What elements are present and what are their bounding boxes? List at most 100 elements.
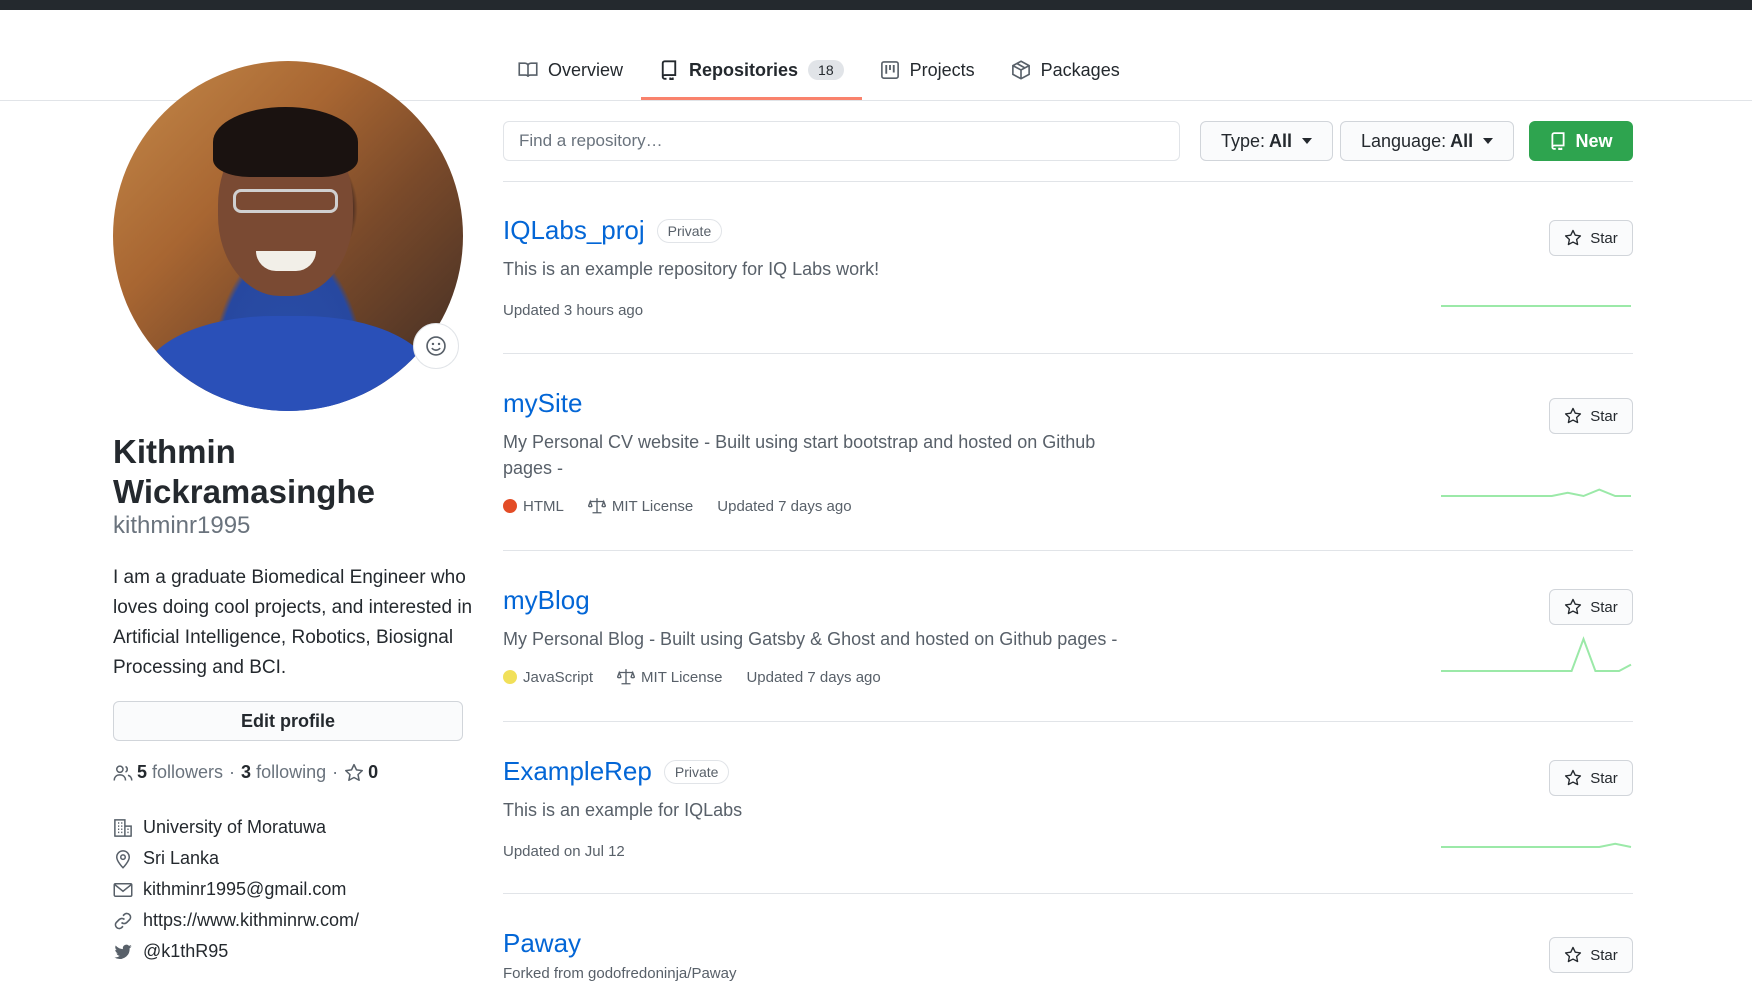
- detail-website[interactable]: https://www.kithminrw.com/: [113, 905, 359, 936]
- repo-name-link[interactable]: myBlog: [503, 585, 590, 616]
- edit-profile-button[interactable]: Edit profile: [113, 701, 463, 741]
- twitter-link[interactable]: @k1thR95: [143, 941, 228, 962]
- law-icon: [587, 498, 606, 514]
- location-icon: [115, 849, 131, 869]
- tab-projects[interactable]: Projects: [862, 48, 993, 92]
- star-label: Star: [1590, 229, 1618, 247]
- repo-license: MIT License: [587, 497, 693, 515]
- link-icon: [114, 912, 132, 929]
- profile-name: Kithmin Wickramasinghe: [113, 432, 473, 512]
- twitter-icon: [114, 944, 132, 959]
- smiley-icon: [426, 336, 446, 356]
- list-divider: [503, 893, 1633, 894]
- star-icon: [1565, 229, 1582, 246]
- new-repo-label: New: [1575, 130, 1613, 151]
- star-icon: [1565, 407, 1582, 424]
- profile-login: kithminr1995: [113, 512, 251, 539]
- name-first: Kithmin: [113, 433, 236, 470]
- website-link[interactable]: https://www.kithminrw.com/: [143, 910, 359, 931]
- profile-details: University of Moratuwa Sri Lanka kithmin…: [113, 812, 359, 967]
- activity-sparkline: [1441, 488, 1631, 498]
- avatar[interactable]: [113, 61, 463, 411]
- repo-language: JavaScript: [503, 669, 593, 686]
- detail-organization: University of Moratuwa: [113, 812, 359, 843]
- language-filter-label: Language:: [1361, 130, 1447, 151]
- following-count[interactable]: 3: [241, 762, 251, 783]
- repo-description: This is an example for IQLabs: [503, 800, 743, 820]
- organization-text: University of Moratuwa: [143, 817, 327, 837]
- repo-description: This is an example repository for IQ Lab…: [503, 259, 880, 279]
- list-divider: [503, 353, 1633, 354]
- star-button[interactable]: Star: [1549, 398, 1633, 434]
- repo-name-link[interactable]: ExampleRep: [503, 756, 652, 787]
- license-label: MIT License: [641, 668, 723, 686]
- list-divider: [503, 181, 1633, 182]
- new-repo-button[interactable]: New: [1529, 121, 1633, 161]
- list-divider: [503, 550, 1633, 551]
- repo-description: My Personal CV website - Built using sta…: [503, 432, 1096, 478]
- private-badge: Private: [663, 759, 730, 784]
- separator: ·: [229, 762, 236, 782]
- organization-icon: [114, 818, 132, 837]
- follow-stats: 5 followers · 3 following · 0: [113, 762, 383, 783]
- caret-down-icon: [1302, 138, 1313, 144]
- star-icon: [1565, 946, 1582, 963]
- repo-forked-from[interactable]: Forked from godofredoninja/Paway: [503, 965, 736, 982]
- star-button[interactable]: Star: [1549, 220, 1633, 256]
- type-filter-label: Type:: [1221, 130, 1266, 151]
- repo-license: MIT License: [617, 668, 722, 686]
- repo-name-link[interactable]: mySite: [503, 388, 582, 419]
- repo-description: My Personal Blog - Built using Gatsby & …: [503, 629, 1118, 649]
- star-button[interactable]: Star: [1549, 937, 1633, 973]
- list-divider: [503, 721, 1633, 722]
- repo-updated: Updated 7 days ago: [746, 668, 881, 686]
- activity-sparkline: [1441, 305, 1631, 307]
- email-link[interactable]: kithminr1995@gmail.com: [143, 879, 346, 900]
- private-badge: Private: [656, 218, 723, 243]
- tab-overview-label: Overview: [548, 59, 624, 80]
- type-filter-dropdown[interactable]: Type: All: [1200, 121, 1334, 161]
- mail-icon: [113, 882, 133, 897]
- repo-icon: [1551, 132, 1566, 150]
- star-button[interactable]: Star: [1549, 589, 1633, 625]
- tab-repositories-label: Repositories: [689, 59, 799, 80]
- star-icon: [1565, 598, 1582, 615]
- stars-count[interactable]: 0: [368, 762, 378, 783]
- location-text: Sri Lanka: [143, 848, 220, 868]
- tab-overview[interactable]: Overview: [500, 48, 641, 92]
- star-button[interactable]: Star: [1549, 760, 1633, 796]
- top-header-bar: [0, 0, 1752, 10]
- following-link[interactable]: following: [256, 762, 326, 783]
- language-color-dot: [503, 670, 517, 684]
- followers-count[interactable]: 5: [137, 762, 147, 783]
- language-filter-dropdown[interactable]: Language: All: [1340, 121, 1515, 161]
- detail-twitter[interactable]: @k1thR95: [113, 936, 359, 967]
- set-status-button[interactable]: [413, 323, 459, 369]
- package-icon: [1011, 60, 1030, 80]
- star-icon: [1565, 769, 1582, 786]
- caret-down-icon: [1483, 138, 1494, 144]
- repo-icon: [661, 60, 677, 80]
- type-filter-value: All: [1269, 130, 1293, 151]
- detail-email[interactable]: kithminr1995@gmail.com: [113, 874, 359, 905]
- repo-item: IQLabs_proj Private This is an example r…: [503, 215, 1633, 319]
- people-icon: [113, 764, 133, 781]
- star-label: Star: [1590, 407, 1618, 425]
- repo-name-link[interactable]: IQLabs_proj: [503, 215, 645, 246]
- tab-repositories[interactable]: Repositories 18: [641, 48, 862, 100]
- repo-item: Paway Forked from godofredoninja/Paway S…: [503, 928, 1633, 982]
- tab-projects-label: Projects: [909, 59, 975, 80]
- book-icon: [518, 62, 538, 77]
- repo-name-link[interactable]: Paway: [503, 928, 581, 959]
- repo-search-input[interactable]: [503, 121, 1180, 161]
- followers-link[interactable]: followers: [152, 762, 223, 783]
- repo-updated: Updated 7 days ago: [717, 497, 852, 515]
- star-icon: [345, 763, 364, 781]
- separator: ·: [332, 762, 339, 782]
- tab-packages[interactable]: Packages: [993, 48, 1138, 92]
- repo-item: mySite My Personal CV website - Built us…: [503, 388, 1633, 515]
- tab-packages-label: Packages: [1040, 59, 1120, 80]
- activity-sparkline: [1441, 636, 1632, 672]
- profile-bio: I am a graduate Biomedical Engineer who …: [113, 567, 473, 678]
- repo-count-badge: 18: [808, 60, 844, 80]
